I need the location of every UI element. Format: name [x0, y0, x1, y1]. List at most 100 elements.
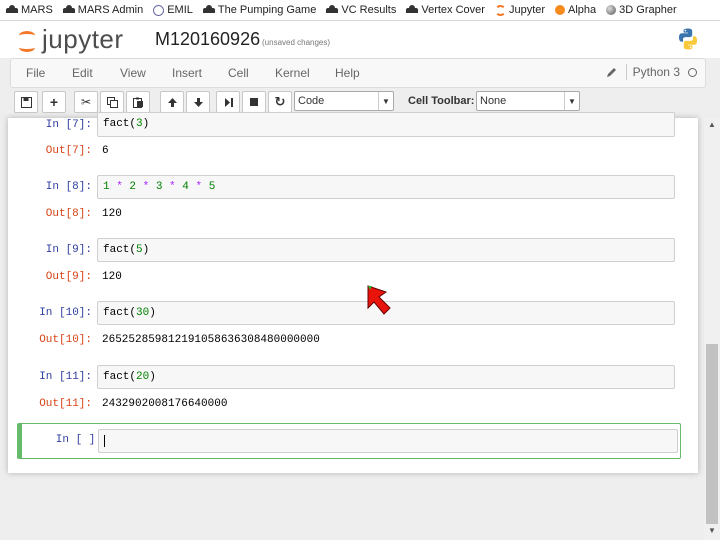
code-token: 4 — [182, 181, 189, 193]
bookmark-3d-grapher[interactable]: 3D Grapher — [606, 4, 677, 16]
scrollbar-thumb[interactable] — [706, 344, 718, 524]
move-down-button[interactable] — [186, 91, 210, 113]
jupyter-icon — [494, 4, 506, 16]
scroll-down-icon[interactable]: ▼ — [708, 526, 716, 535]
run-icon — [224, 97, 233, 107]
cut-button[interactable]: ✂ — [74, 91, 98, 113]
menu-insert[interactable]: Insert — [172, 66, 202, 80]
cell-toolbar-value: None — [480, 95, 507, 107]
code-token: fact — [103, 244, 130, 256]
save-button[interactable] — [14, 91, 38, 113]
cut-icon: ✂ — [80, 95, 92, 109]
scroll-up-icon[interactable]: ▲ — [708, 120, 716, 129]
code-token: fact — [103, 371, 130, 383]
bookmark-pumping-game[interactable]: The Pumping Game — [202, 4, 316, 16]
code-token: 20 — [136, 371, 150, 383]
kernel-name: Python 3 — [632, 65, 680, 79]
notebook-name[interactable]: M120160926 — [155, 29, 260, 50]
cell-type-select[interactable]: Code ▼ — [294, 91, 394, 111]
jupyter-logo-icon — [18, 29, 38, 52]
code-token: * — [188, 181, 209, 193]
in-prompt: In [10]: — [39, 307, 92, 319]
menu-kernel[interactable]: Kernel — [275, 66, 310, 80]
restart-button[interactable]: ↻ — [268, 91, 292, 113]
copy-button[interactable] — [100, 91, 124, 113]
cell-output: 6 — [102, 145, 109, 157]
pencil-icon[interactable] — [606, 66, 618, 78]
cell-type-value: Code — [298, 95, 325, 107]
code-token: * — [109, 181, 130, 193]
in-prompt: In [7]: — [45, 119, 92, 131]
hat-icon — [406, 5, 419, 15]
active-code-cell[interactable]: In [ ]: — [17, 423, 681, 459]
menu-cell[interactable]: Cell — [228, 66, 249, 80]
move-up-button[interactable] — [160, 91, 184, 113]
out-prompt: Out[8]: — [45, 208, 92, 220]
hat-icon — [202, 5, 215, 15]
cell-output: 2432902008176640000 — [102, 398, 228, 410]
bookmark-vertex-cover[interactable]: Vertex Cover — [406, 4, 485, 16]
code-token: fact — [103, 118, 130, 130]
cell-toolbar-label: Cell Toolbar: — [408, 95, 475, 107]
menu-help[interactable]: Help — [335, 66, 360, 80]
python-logo-icon — [679, 28, 697, 50]
code-token: ) — [149, 371, 156, 383]
run-cell-button[interactable] — [216, 91, 240, 113]
in-prompt: In [9]: — [45, 244, 92, 256]
menu-bar: File Edit View Insert Cell Kernel Help P… — [10, 58, 706, 88]
out-prompt: Out[7]: — [45, 145, 92, 157]
code-input[interactable]: 1 * 2 * 3 * 4 * 5 — [97, 175, 675, 199]
copy-icon — [106, 96, 118, 108]
bookmark-jupyter[interactable]: Jupyter — [494, 4, 545, 16]
code-input[interactable]: fact(3) — [97, 112, 675, 137]
bookmark-mars[interactable]: MARS — [6, 4, 53, 16]
bookmark-mars-admin[interactable]: MARS Admin — [62, 4, 143, 16]
interrupt-button[interactable] — [242, 91, 266, 113]
menu-view[interactable]: View — [120, 66, 146, 80]
paste-button[interactable] — [126, 91, 150, 113]
bookmark-alpha[interactable]: Alpha — [555, 4, 596, 16]
vertical-scrollbar[interactable]: ▲ ▼ — [704, 118, 720, 540]
bookmark-emil[interactable]: EMIL — [153, 4, 193, 16]
code-input[interactable]: fact(20) — [97, 365, 675, 389]
restart-icon: ↻ — [274, 94, 286, 109]
add-cell-icon: + — [49, 94, 59, 110]
bookmark-vc-results[interactable]: VC Results — [326, 4, 396, 16]
cell-toolbar-select[interactable]: None ▼ — [476, 91, 580, 111]
add-cell-button[interactable]: + — [42, 91, 66, 113]
emil-icon — [153, 4, 165, 16]
out-prompt: Out[9]: — [45, 271, 92, 283]
in-prompt: In [11]: — [39, 371, 92, 383]
code-token: fact — [103, 307, 130, 319]
code-token: 30 — [136, 307, 150, 319]
code-token: 1 — [103, 181, 110, 193]
move-up-icon — [167, 97, 177, 107]
in-prompt: In [8]: — [45, 181, 92, 193]
save-icon — [20, 96, 32, 108]
kernel-status-icon — [688, 67, 697, 77]
code-token: * — [162, 181, 183, 193]
code-input[interactable]: fact(5) — [97, 238, 675, 262]
out-prompt: Out[11]: — [39, 398, 92, 410]
code-token: 5 — [136, 244, 143, 256]
code-token: 3 — [136, 118, 143, 130]
code-input-active[interactable] — [98, 429, 678, 453]
bookmarks-bar: MARS MARS Admin EMIL The Pumping Game VC… — [0, 0, 720, 21]
code-token: ) — [149, 307, 156, 319]
jupyter-logo[interactable]: jupyter — [18, 24, 124, 55]
in-prompt: In [ ]: — [55, 434, 102, 446]
chevron-down-icon: ▼ — [564, 92, 579, 110]
stop-icon — [250, 98, 258, 106]
code-token: ) — [142, 118, 150, 130]
move-down-icon — [193, 97, 203, 107]
cell-output: 120 — [102, 208, 122, 220]
notebook-header: jupyter M120160926 (unsaved changes) — [0, 21, 720, 58]
mouse-pointer-icon — [367, 285, 391, 315]
menu-file[interactable]: File — [26, 66, 45, 80]
kernel-indicator: Python 3 — [606, 64, 697, 80]
menu-edit[interactable]: Edit — [72, 66, 93, 80]
code-token: 5 — [208, 181, 216, 193]
hat-icon — [326, 5, 339, 15]
cell-output: 265252859812191058636308480000000 — [102, 334, 320, 346]
alpha-icon — [555, 5, 566, 15]
